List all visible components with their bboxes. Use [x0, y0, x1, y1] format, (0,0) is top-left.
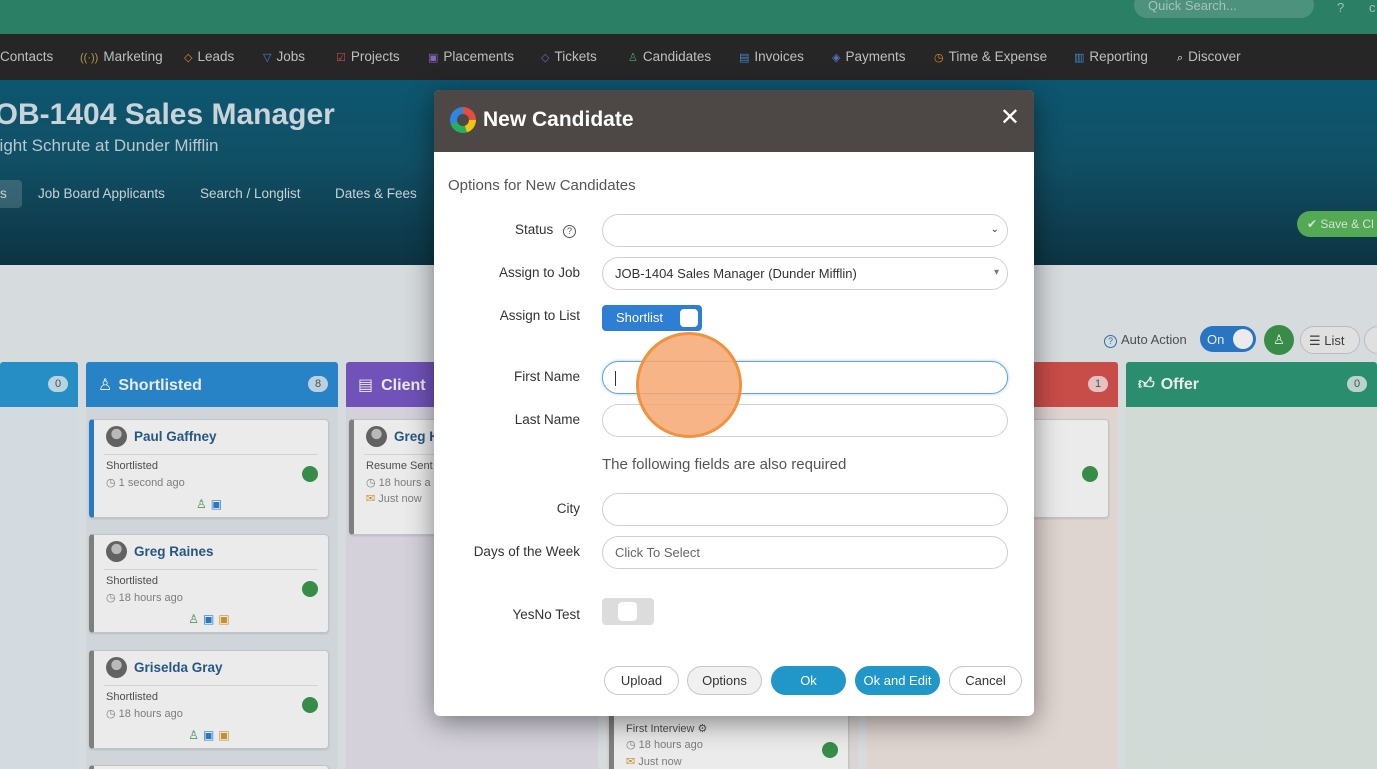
toggle-knob: [618, 602, 637, 621]
app-logo-icon: [450, 107, 476, 133]
assign-job-select[interactable]: JOB-1404 Sales Manager (Dunder Mifflin) ▾: [602, 257, 1008, 290]
status-select[interactable]: ⌄: [602, 214, 1008, 247]
close-icon[interactable]: ✕: [1000, 106, 1020, 130]
ok-and-edit-button[interactable]: Ok and Edit: [855, 666, 940, 695]
yesno-test-toggle[interactable]: [602, 598, 654, 625]
caret-down-icon: ▾: [993, 267, 999, 278]
days-of-week-select[interactable]: Click To Select: [602, 536, 1008, 569]
city-label: City: [556, 501, 580, 516]
toggle-knob: [680, 309, 698, 327]
assign-list-toggle[interactable]: Shortlist: [602, 305, 702, 331]
days-of-week-label: Days of the Week: [473, 544, 580, 559]
first-name-label: First Name: [513, 369, 580, 384]
options-button[interactable]: Options: [687, 666, 762, 695]
required-fields-note: The following fields are also required: [602, 456, 847, 473]
ok-button[interactable]: Ok: [771, 666, 846, 695]
assign-list-label: Assign to List: [499, 308, 580, 323]
upload-button[interactable]: Upload: [604, 666, 679, 695]
last-name-label: Last Name: [514, 412, 580, 427]
city-input[interactable]: [602, 493, 1008, 526]
yesno-test-label: YesNo Test: [512, 607, 580, 622]
status-label: Status ?: [434, 222, 580, 238]
assign-job-label: Assign to Job: [498, 265, 580, 280]
help-icon[interactable]: ?: [563, 225, 576, 238]
chevron-down-icon: ⌄: [990, 224, 999, 235]
modal-header: New Candidate ✕: [434, 90, 1034, 152]
modal-title: New Candidate: [483, 108, 634, 131]
options-heading: Options for New Candidates: [448, 177, 636, 194]
click-indicator: [636, 332, 742, 438]
cancel-button[interactable]: Cancel: [949, 666, 1022, 695]
text-cursor: [615, 371, 616, 387]
